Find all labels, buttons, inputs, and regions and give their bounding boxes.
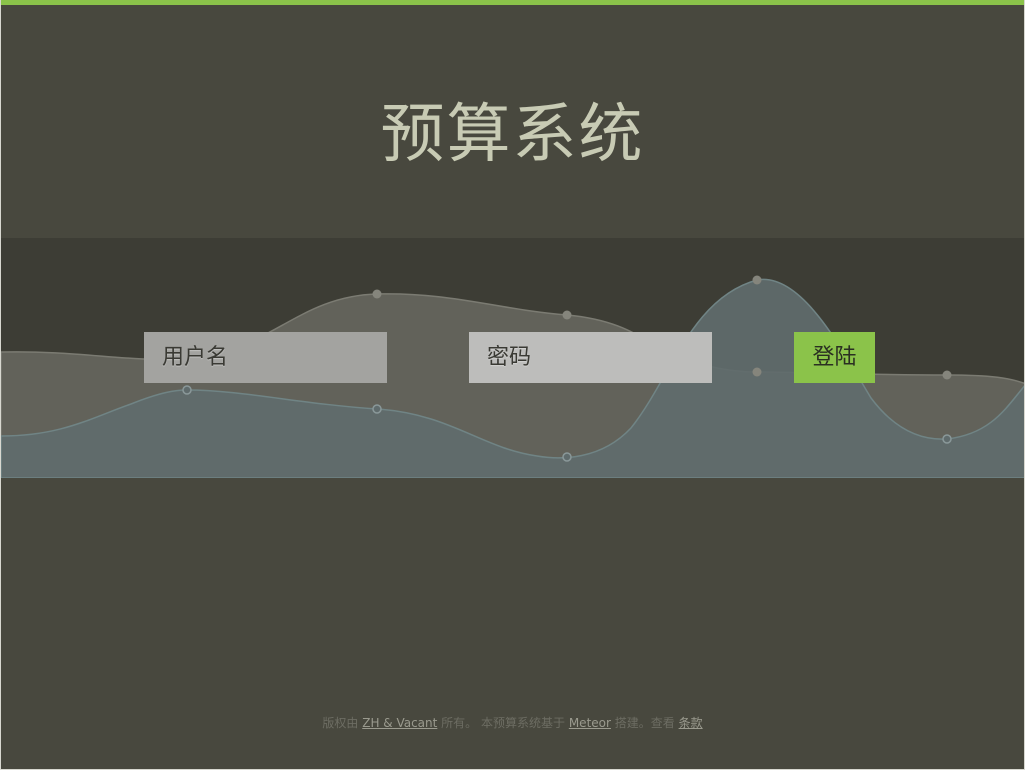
wave-point (752, 367, 762, 377)
login-page: 预算系统 登陆 版权由 ZH & Vacant 所有。 (0, 0, 1025, 770)
wave-point (562, 452, 572, 462)
footer-text-copyright: 版权由 (322, 716, 359, 730)
footer-text-view: 搭建。查看 (614, 716, 675, 730)
footer: 版权由 ZH & Vacant 所有。 本预算系统基于 Meteor 搭建。查看… (1, 714, 1024, 731)
wave-point (372, 404, 382, 414)
meteor-link[interactable]: Meteor (569, 716, 611, 730)
wave-point (752, 275, 762, 285)
login-button[interactable]: 登陆 (794, 332, 875, 383)
wave-point (372, 289, 382, 299)
username-input[interactable] (144, 332, 387, 383)
footer-text-built: 所有。 本预算系统基于 (441, 716, 565, 730)
top-accent-bar (1, 0, 1024, 5)
wave-point (942, 370, 952, 380)
password-input[interactable] (469, 332, 712, 383)
owner-link[interactable]: ZH & Vacant (362, 716, 437, 730)
page-title: 预算系统 (380, 98, 645, 172)
wave-point (562, 310, 572, 320)
wave-point (942, 434, 952, 444)
wave-point (182, 385, 192, 395)
terms-link[interactable]: 条款 (679, 716, 703, 730)
